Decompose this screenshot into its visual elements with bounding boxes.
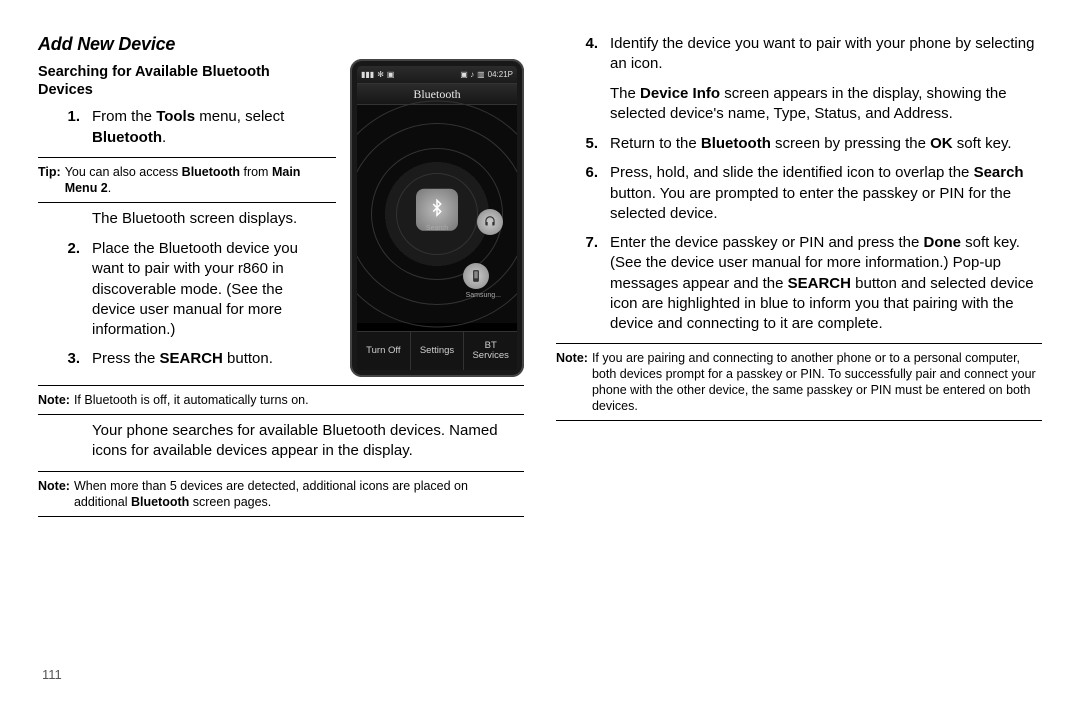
step-4: Identify the device you want to pair wit… [556, 34, 1042, 75]
phone-softkeys: Turn Off Settings BT Services [357, 331, 517, 370]
steps-4-to-7: Identify the device you want to pair wit… [556, 34, 1042, 75]
softkey-settings: Settings [410, 332, 464, 370]
tip-block: Tip: You can also access Bluetooth from … [38, 164, 336, 196]
steps-continued: Place the Bluetooth device you want to p… [38, 239, 336, 370]
steps-5-7: Return to the Bluetooth screen by pressi… [556, 134, 1042, 334]
section-title: Add New Device [38, 34, 524, 55]
signal-icon: ▮▮▮ [361, 70, 374, 79]
bluetooth-status-icon: ✻ [377, 70, 384, 79]
after-step1-text: The Bluetooth screen displays. [92, 209, 312, 229]
softkey-btservices: BT Services [463, 332, 517, 370]
softkey-turnoff: Turn Off [357, 332, 410, 370]
page-number: 111 [42, 667, 62, 682]
music-icon: ▣ ♪ [460, 70, 474, 79]
note-passkey: Note: If you are pairing and connecting … [556, 350, 1042, 414]
left-column: Add New Device Searching for Available B… [38, 30, 524, 690]
divider [556, 420, 1042, 421]
divider [38, 157, 336, 158]
found-device-headset [477, 209, 503, 235]
found-device-samsung [463, 263, 489, 289]
divider [38, 471, 524, 472]
subheading: Searching for Available Bluetooth Device… [38, 63, 318, 99]
note-5-devices: Note: When more than 5 devices are detec… [38, 478, 524, 510]
phone-statusbar: ▮▮▮ ✻ ▣ ▣ ♪ ▥ 04:21P [357, 66, 517, 84]
status-icon: ▣ [387, 70, 395, 79]
search-label: Search [426, 225, 448, 232]
after-step3-text: Your phone searches for available Blueto… [92, 421, 524, 462]
step-5: Return to the Bluetooth screen by pressi… [556, 134, 1042, 154]
sonar-area: Search Samsung... [357, 105, 517, 323]
note-bluetooth-off: Note: If Bluetooth is off, it automatica… [38, 392, 524, 408]
steps-1-to-3: From the Tools menu, select Bluetooth. [38, 107, 336, 148]
step-1: From the Tools menu, select Bluetooth. [38, 107, 336, 148]
step-6: Press, hold, and slide the identified ic… [556, 163, 1042, 224]
clock: 04:21P [488, 70, 513, 79]
battery-icon: ▥ [477, 70, 485, 79]
after-step4-text: The Device Info screen appears in the di… [610, 84, 1042, 125]
device-label: Samsung... [466, 292, 501, 299]
divider [38, 385, 524, 386]
divider [38, 202, 336, 203]
step-7: Enter the device passkey or PIN and pres… [556, 233, 1042, 334]
right-column: Identify the device you want to pair wit… [556, 30, 1042, 690]
divider [38, 414, 524, 415]
step-2: Place the Bluetooth device you want to p… [38, 239, 336, 340]
bluetooth-icon [428, 198, 446, 221]
phone-screenshot: ▮▮▮ ✻ ▣ ▣ ♪ ▥ 04:21P Bluetooth [350, 59, 524, 377]
step-3: Press the SEARCH button. [38, 349, 336, 369]
divider [556, 343, 1042, 344]
tip-label: Tip: [38, 164, 65, 196]
divider [38, 516, 524, 517]
